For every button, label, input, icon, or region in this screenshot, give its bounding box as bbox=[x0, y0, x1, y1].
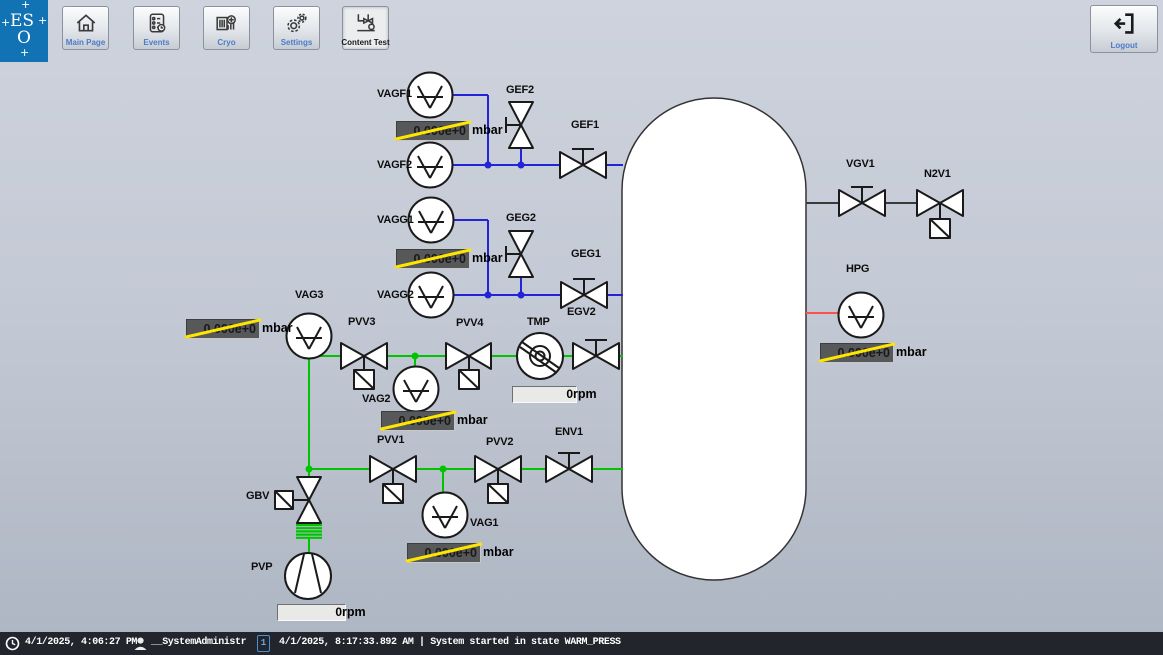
home-icon bbox=[63, 10, 108, 36]
gauge-vagf1[interactable] bbox=[408, 73, 453, 118]
readout-hpg-pressure: 0.000e+0 bbox=[820, 343, 894, 363]
app-root: VAGF1 VAGF2 VAGG1 VAGG2 GEF2 GEF1 GEG2 G… bbox=[0, 0, 1163, 655]
label-vag2: VAG2 bbox=[362, 393, 390, 405]
pump-pvp[interactable] bbox=[285, 553, 331, 599]
label-tmp: TMP bbox=[527, 316, 550, 328]
gauge-vagf2[interactable] bbox=[408, 143, 453, 188]
events-button[interactable]: Events bbox=[133, 6, 180, 50]
unit-hpg: mbar bbox=[896, 345, 927, 359]
content-test-button[interactable]: Content Test bbox=[342, 6, 389, 50]
statusbar-local-time: 4/1/2025, 4:06:27 PM bbox=[25, 637, 137, 648]
cryo-button[interactable]: Cryo bbox=[203, 6, 250, 50]
label-vagf1: VAGF1 bbox=[377, 88, 412, 100]
user-icon bbox=[133, 636, 148, 651]
label-geg1: GEG1 bbox=[571, 248, 601, 260]
cryo-plant-icon bbox=[204, 10, 249, 36]
valve-pvv4[interactable] bbox=[446, 343, 491, 389]
readout-vagf-pressure: 0.000e+0 bbox=[396, 121, 470, 141]
logo-text-bottom: O bbox=[17, 28, 31, 48]
label-vag1: VAG1 bbox=[470, 517, 498, 529]
settings-button[interactable]: Settings bbox=[273, 6, 320, 50]
valve-geg2[interactable] bbox=[506, 231, 533, 277]
eso-logo: + + + + ES O bbox=[0, 0, 48, 62]
piping-diagram-icon bbox=[343, 10, 388, 36]
label-gbv: GBV bbox=[246, 490, 269, 502]
vacuum-vessel bbox=[622, 98, 806, 580]
valve-egv2[interactable] bbox=[573, 340, 619, 369]
label-geg2: GEG2 bbox=[506, 212, 536, 224]
readout-tmp-rpm: 0 bbox=[512, 386, 577, 403]
valve-env1[interactable] bbox=[546, 453, 592, 482]
statusbar-message: 4/1/2025, 8:17:33.892 AM | System starte… bbox=[279, 637, 621, 648]
valve-n2v1[interactable] bbox=[917, 190, 963, 238]
gauge-vag3[interactable] bbox=[287, 314, 332, 359]
gauge-vagg1[interactable] bbox=[409, 198, 454, 243]
label-vag3: VAG3 bbox=[295, 289, 323, 301]
unit-vagf: mbar bbox=[472, 123, 503, 137]
valve-pvv3[interactable] bbox=[341, 343, 387, 389]
readout-vag1-pressure: 0.000e+0 bbox=[407, 543, 481, 563]
unit-vag3: mbar bbox=[262, 321, 293, 335]
schematic-canvas bbox=[0, 0, 1163, 655]
unit-vag1: mbar bbox=[483, 545, 514, 559]
unit-vagg: mbar bbox=[472, 251, 503, 265]
events-list-icon bbox=[134, 10, 179, 36]
label-pvv4: PVV4 bbox=[456, 317, 483, 329]
label-pvp: PVP bbox=[251, 561, 272, 573]
label-egv2: EGV2 bbox=[567, 306, 596, 318]
valve-geg1[interactable] bbox=[561, 279, 607, 308]
pump-tmp[interactable] bbox=[517, 333, 563, 379]
clock-icon bbox=[5, 636, 20, 651]
label-vagg2: VAGG2 bbox=[377, 289, 414, 301]
label-vagg1: VAGG1 bbox=[377, 214, 414, 226]
label-gef2: GEF2 bbox=[506, 84, 534, 96]
valve-vgv1[interactable] bbox=[839, 187, 885, 216]
valve-gbv[interactable] bbox=[275, 477, 321, 523]
logout-icon bbox=[1091, 9, 1157, 37]
label-vgv1: VGV1 bbox=[846, 158, 875, 170]
gauge-vagg2[interactable] bbox=[409, 273, 454, 318]
valve-pvv2[interactable] bbox=[475, 456, 521, 503]
gear-icon bbox=[274, 10, 319, 36]
main-page-button[interactable]: Main Page bbox=[62, 6, 109, 50]
readout-vag3-pressure: 0.000e+0 bbox=[186, 319, 260, 339]
label-gef1: GEF1 bbox=[571, 119, 599, 131]
label-hpg: HPG bbox=[846, 263, 869, 275]
readout-pvp-rpm: 0 bbox=[277, 604, 346, 621]
label-vagf2: VAGF2 bbox=[377, 159, 412, 171]
label-pvv3: PVV3 bbox=[348, 316, 375, 328]
label-pvv1: PVV1 bbox=[377, 434, 404, 446]
unit-tmp-rpm: rpm bbox=[573, 387, 597, 401]
gauge-hpg[interactable] bbox=[839, 293, 884, 338]
unit-pvp-rpm: rpm bbox=[342, 605, 366, 619]
label-env1: ENV1 bbox=[555, 426, 583, 438]
valve-pvv1[interactable] bbox=[370, 456, 416, 503]
label-n2v1: N2V1 bbox=[924, 168, 951, 180]
gauge-vag2[interactable] bbox=[394, 367, 439, 412]
unit-vag2: mbar bbox=[457, 413, 488, 427]
readout-vagg-pressure: 0.000e+0 bbox=[396, 249, 470, 269]
valve-gef1[interactable] bbox=[560, 149, 606, 178]
statusbar-user: __SystemAdministr bbox=[151, 637, 246, 648]
logout-button[interactable]: Logout bbox=[1090, 5, 1158, 53]
valve-gef2[interactable] bbox=[506, 102, 533, 148]
label-pvv2: PVV2 bbox=[486, 436, 513, 448]
status-bar: 4/1/2025, 4:06:27 PM __SystemAdministr 1… bbox=[0, 632, 1163, 655]
message-log-icon: 1 bbox=[257, 635, 270, 652]
gauge-vag1[interactable] bbox=[423, 493, 468, 538]
readout-vag2-pressure: 0.000e+0 bbox=[381, 411, 455, 431]
